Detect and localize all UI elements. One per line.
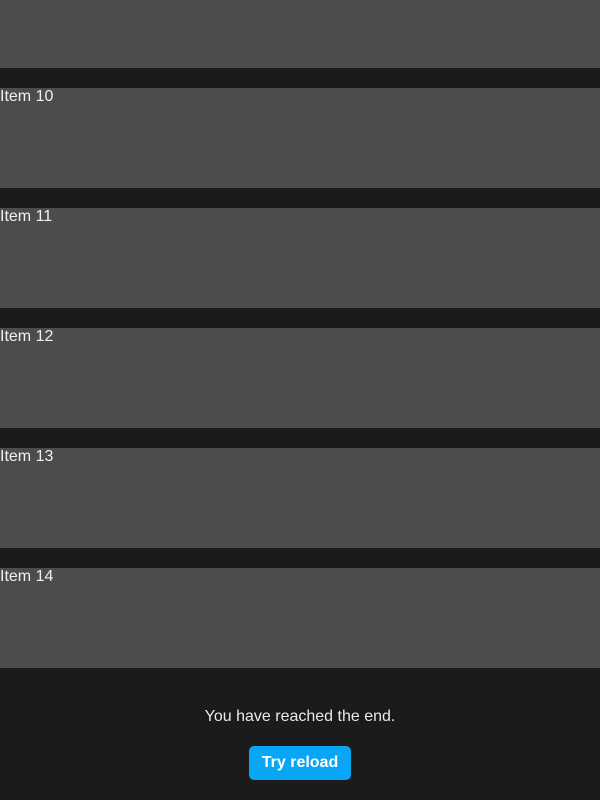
scroll-viewport[interactable]: Item 10 Item 11 Item 12 Item 13 Item 14 … xyxy=(0,0,600,800)
list-item-label: Item 10 xyxy=(0,88,54,105)
list-item: Item 10 xyxy=(0,88,600,188)
list-item-label: Item 11 xyxy=(0,208,53,225)
list-item: Item 13 xyxy=(0,448,600,548)
end-of-list-footer: You have reached the end. Try reload xyxy=(0,668,600,800)
list-item-label: Item 12 xyxy=(0,328,54,345)
list-item: Item 11 xyxy=(0,208,600,308)
list-item: Item 14 xyxy=(0,568,600,668)
end-of-list-message: You have reached the end. xyxy=(204,708,396,725)
list-item-label: Item 13 xyxy=(0,448,54,465)
item-list: Item 10 Item 11 Item 12 Item 13 Item 14 xyxy=(0,0,600,688)
try-reload-button[interactable]: Try reload xyxy=(248,746,352,780)
list-item-label: Item 14 xyxy=(0,568,54,585)
list-item: Item 12 xyxy=(0,328,600,428)
list-item xyxy=(0,0,600,68)
